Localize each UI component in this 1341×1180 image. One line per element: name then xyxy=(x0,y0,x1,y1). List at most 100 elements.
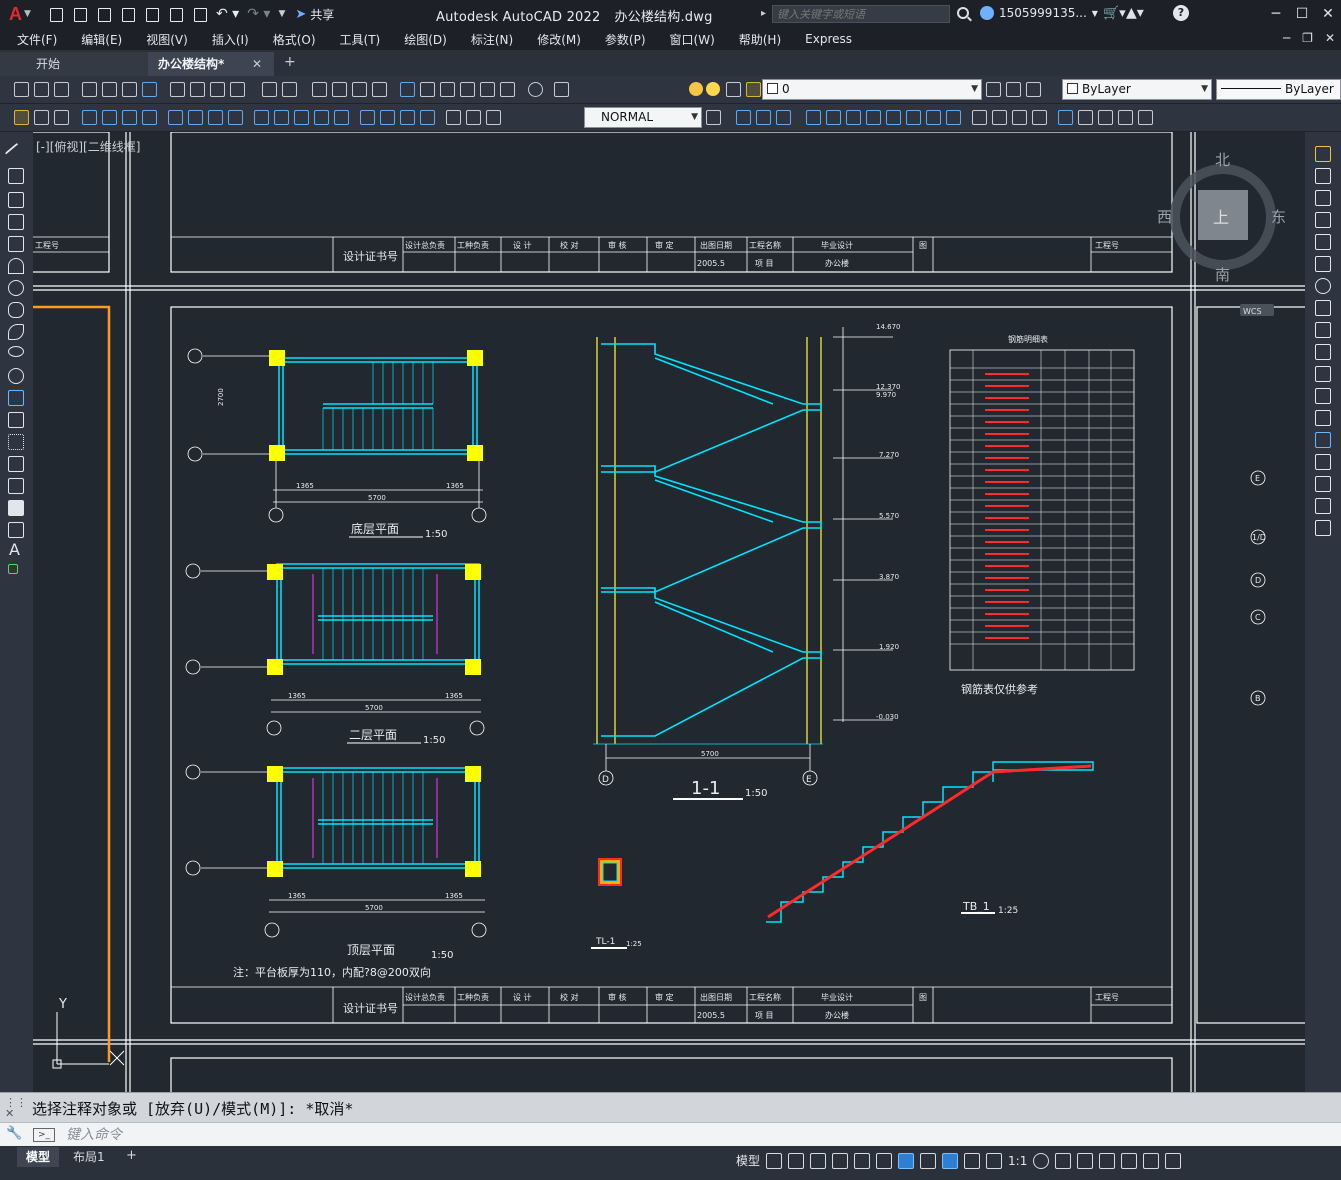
all-annotation-icon[interactable] xyxy=(906,110,921,125)
point-icon[interactable] xyxy=(8,434,24,450)
ortho-icon[interactable] xyxy=(810,1152,827,1169)
move-icon[interactable] xyxy=(1315,256,1331,272)
search-input[interactable] xyxy=(777,7,949,21)
scale-icon[interactable] xyxy=(1315,300,1331,316)
radius-dim-icon[interactable] xyxy=(168,110,183,125)
quick-dim-icon[interactable] xyxy=(254,110,269,125)
tolerance-icon[interactable] xyxy=(360,110,375,125)
group-icon[interactable] xyxy=(946,110,961,125)
blend-icon[interactable] xyxy=(1315,498,1331,514)
customize-wrench-icon[interactable]: 🔧 xyxy=(6,1126,22,1141)
zoom-realtime-icon[interactable] xyxy=(332,82,347,97)
undo-icon[interactable] xyxy=(262,82,277,97)
copy-icon[interactable] xyxy=(190,82,205,97)
viewport-controls[interactable]: [-][俯视][二维线框] xyxy=(36,138,140,155)
dim-update-icon[interactable] xyxy=(486,110,501,125)
stretch-icon[interactable] xyxy=(1315,322,1331,338)
tool-2-icon[interactable] xyxy=(34,110,49,125)
break-at-point-icon[interactable] xyxy=(1315,388,1331,404)
cut-icon[interactable] xyxy=(170,82,185,97)
add-selected-icon[interactable] xyxy=(8,564,18,574)
extend-icon[interactable] xyxy=(1315,366,1331,382)
layer-states-icon[interactable] xyxy=(1026,82,1041,97)
jogged-linear-icon[interactable] xyxy=(420,110,435,125)
line-icon[interactable] xyxy=(4,142,28,166)
hatch-icon[interactable] xyxy=(8,456,24,472)
plot-icon[interactable] xyxy=(82,82,97,97)
units-icon[interactable] xyxy=(1077,1152,1094,1169)
isolate-objects-icon[interactable] xyxy=(1121,1152,1138,1169)
grid-icon[interactable] xyxy=(766,1152,783,1169)
layer-vp-icon[interactable] xyxy=(726,82,741,97)
help-icon[interactable]: ? xyxy=(1173,5,1189,21)
menu-window[interactable]: 窗口(W) xyxy=(670,31,727,48)
menu-express[interactable]: Express xyxy=(805,32,864,46)
trim-icon[interactable] xyxy=(1315,344,1331,360)
3d-dwf-icon[interactable] xyxy=(142,82,157,97)
tab-start[interactable]: 开始 xyxy=(0,52,148,76)
menu-view[interactable]: 视图(V) xyxy=(146,31,200,48)
insert-block-icon[interactable] xyxy=(8,390,24,406)
dim-space-icon[interactable] xyxy=(314,110,329,125)
cart-icon[interactable]: 🛒▾ xyxy=(1103,6,1126,21)
recent-commands-icon[interactable]: >_ xyxy=(33,1128,55,1142)
save-as-icon[interactable] xyxy=(120,6,136,22)
markup-icon[interactable] xyxy=(480,82,495,97)
tab-layout1[interactable]: 布局1 xyxy=(64,1147,114,1167)
modify-3-icon[interactable] xyxy=(1012,110,1027,125)
redo-icon[interactable]: ↷ ▾ xyxy=(247,6,270,22)
otrack-icon[interactable] xyxy=(876,1152,893,1169)
make-block-icon[interactable] xyxy=(8,412,24,428)
construction-line-icon[interactable] xyxy=(8,168,24,184)
annotation-visibility-icon[interactable] xyxy=(942,1152,959,1169)
table-icon[interactable] xyxy=(8,522,24,538)
offset-icon[interactable] xyxy=(1315,212,1331,228)
circle-icon[interactable] xyxy=(8,280,24,296)
search-icon[interactable] xyxy=(957,7,969,19)
text-front-icon[interactable] xyxy=(826,110,841,125)
drawing-canvas[interactable]: 设计证书号 设计总负责 工种负责 设 计 校 对 审 核 审 定 出图日期 工程… xyxy=(33,132,1305,1092)
doc-close-icon[interactable]: ✕ xyxy=(1325,31,1335,45)
dim-edit-icon[interactable] xyxy=(446,110,461,125)
modify-9-icon[interactable] xyxy=(1138,110,1153,125)
tab-model[interactable]: 模型 xyxy=(17,1147,60,1167)
baseline-dim-icon[interactable] xyxy=(274,110,289,125)
tool-palettes-icon[interactable] xyxy=(440,82,455,97)
open-icon[interactable] xyxy=(34,82,49,97)
leaders-front-icon[interactable] xyxy=(866,110,881,125)
undo-icon[interactable]: ↶ ▾ xyxy=(216,6,239,22)
add-layout-icon[interactable]: + xyxy=(126,1148,137,1163)
mirror-icon[interactable] xyxy=(1315,190,1331,206)
revcloud-icon[interactable] xyxy=(8,302,24,318)
customize-qat-icon[interactable]: ▼ xyxy=(278,9,285,19)
redo-icon[interactable] xyxy=(282,82,297,97)
sheet-set-icon[interactable] xyxy=(460,82,475,97)
rectangle-icon[interactable] xyxy=(8,236,24,252)
sign-in-button[interactable]: 1505999135... ▼ xyxy=(980,6,1098,20)
tab-document[interactable]: 办公楼结构* ✕ xyxy=(148,52,274,76)
ellipse-arc-icon[interactable] xyxy=(8,368,24,384)
rotate-icon[interactable] xyxy=(1315,278,1331,294)
dim-text-edit-icon[interactable] xyxy=(466,110,481,125)
menu-edit[interactable]: 编辑(E) xyxy=(81,31,134,48)
layer-previous-icon[interactable] xyxy=(1006,82,1021,97)
modify-2-icon[interactable] xyxy=(992,110,1007,125)
mtext-icon[interactable]: A xyxy=(9,540,20,559)
command-grip-icon[interactable]: ⋮⋮ ✕ xyxy=(5,1097,27,1119)
arc-icon[interactable] xyxy=(8,258,24,274)
menu-modify[interactable]: 修改(M) xyxy=(537,31,593,48)
workspace-gear-icon[interactable] xyxy=(1033,1152,1050,1169)
explode-icon[interactable] xyxy=(1315,520,1331,536)
array-icon[interactable] xyxy=(1315,234,1331,250)
dim-break-icon[interactable] xyxy=(334,110,349,125)
minimize-icon[interactable]: ─ xyxy=(1263,0,1289,28)
zoom-previous-icon[interactable] xyxy=(372,82,387,97)
menu-help[interactable]: 帮助(H) xyxy=(739,31,793,48)
quickcalc-icon[interactable] xyxy=(500,82,515,97)
draworder-icon[interactable] xyxy=(926,110,941,125)
autodesk-a360-icon[interactable]: ▲▾ xyxy=(1126,5,1144,21)
menu-format[interactable]: 格式(O) xyxy=(273,31,328,48)
center-mark-icon[interactable] xyxy=(380,110,395,125)
copy-object-icon[interactable] xyxy=(1315,168,1331,184)
new-file-icon[interactable] xyxy=(48,6,64,22)
